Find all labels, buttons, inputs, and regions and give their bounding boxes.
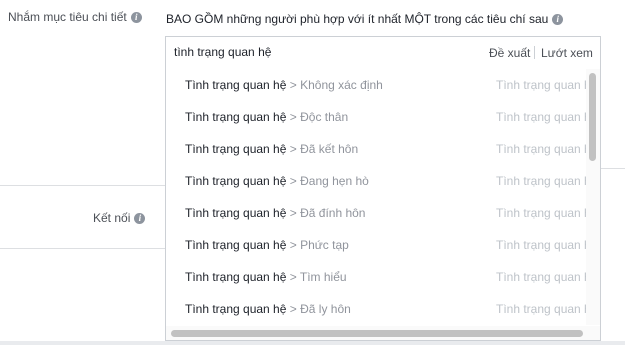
detailed-targeting-label-wrap: Nhắm mục tiêu chi tiết i <box>8 10 142 24</box>
result-main: Tình trạng quan hệ <box>185 78 287 92</box>
result-category: Tình trạng quan hệ <box>496 142 598 156</box>
list-item[interactable]: Tình trạng quan hệ > Đang hẹn hò Tình tr… <box>166 165 600 197</box>
result-category: Tình trạng quan hệ <box>496 174 598 188</box>
info-icon[interactable]: i <box>130 12 142 24</box>
tab-divider <box>534 46 535 59</box>
result-sub: > Tìm hiểu <box>286 270 347 284</box>
result-category: Tình trạng quan hệ <box>496 206 598 220</box>
search-row: Đề xuất Lướt xem <box>166 37 600 68</box>
list-item[interactable]: Tình trạng quan hệ > Tìm hiểu Tình trạng… <box>166 261 600 293</box>
list-item[interactable]: Tình trạng quan hệ > Đã ly hôn Tình trạn… <box>166 293 600 325</box>
result-sub: > Phức tạp <box>286 238 349 252</box>
result-category: Tình trạng quan hệ <box>496 302 598 316</box>
list-item[interactable]: Tình trạng quan hệ > Không xác định Tình… <box>166 69 600 101</box>
section-divider <box>0 248 165 249</box>
result-main: Tình trạng quan hệ <box>185 174 287 188</box>
result-title: Tình trạng quan hệ > Đã ly hôn <box>185 302 351 316</box>
result-main: Tình trạng quan hệ <box>185 142 287 156</box>
result-main: Tình trạng quan hệ <box>185 206 287 220</box>
result-main: Tình trạng quan hệ <box>185 110 287 124</box>
connections-label-wrap: Kết nối i <box>93 211 146 225</box>
result-main: Tình trạng quan hệ <box>185 302 287 316</box>
result-sub: > Độc thân <box>286 110 349 124</box>
vertical-scrollbar-thumb[interactable] <box>589 73 596 161</box>
result-sub: > Không xác định <box>286 78 383 92</box>
result-sub: > Đã đính hôn <box>286 206 366 220</box>
list-item[interactable]: Tình trạng quan hệ > Đã đính hôn Tình tr… <box>166 197 600 229</box>
result-category: Tình trạng quan hệ <box>496 78 598 92</box>
horizontal-scrollbar-thumb[interactable] <box>171 330 583 337</box>
result-main: Tình trạng quan hệ <box>185 238 287 252</box>
result-sub: > Đang hẹn hò <box>286 174 369 188</box>
include-criteria-wrap: BAO GỒM những người phù hợp với ít nhất … <box>166 12 564 26</box>
result-category: Tình trạng quan hệ <box>496 110 598 124</box>
result-title: Tình trạng quan hệ > Đang hẹn hò <box>185 174 369 188</box>
bottom-edge <box>0 341 625 345</box>
browse-tab[interactable]: Lướt xem <box>541 46 593 60</box>
result-main: Tình trạng quan hệ <box>185 270 287 284</box>
list-item[interactable]: Tình trạng quan hệ > Phức tạp Tình trạng… <box>166 229 600 261</box>
list-item[interactable]: Tình trạng quan hệ > Độc thân Tình trạng… <box>166 101 600 133</box>
detailed-targeting-label: Nhắm mục tiêu chi tiết <box>8 10 127 24</box>
targeting-search-dropdown: Đề xuất Lướt xem Tình trạng quan hệ > Kh… <box>165 36 601 341</box>
connections-label: Kết nối <box>93 211 131 225</box>
result-title: Tình trạng quan hệ > Đã kết hôn <box>185 142 358 156</box>
vertical-scrollbar[interactable] <box>586 69 600 325</box>
result-category: Tình trạng quan hệ <box>496 238 598 252</box>
result-title: Tình trạng quan hệ > Phức tạp <box>185 238 349 252</box>
panel-edge <box>601 168 625 169</box>
result-title: Tình trạng quan hệ > Đã đính hôn <box>185 206 365 220</box>
result-sub: > Đã kết hôn <box>286 142 359 156</box>
list-item[interactable]: Tình trạng quan hệ > Đã kết hôn Tình trạ… <box>166 133 600 165</box>
result-title: Tình trạng quan hệ > Không xác định <box>185 78 383 92</box>
targeting-search-input[interactable] <box>174 45 474 59</box>
horizontal-scrollbar[interactable] <box>166 326 600 340</box>
section-divider <box>0 185 165 186</box>
info-icon[interactable]: i <box>552 14 564 26</box>
info-icon[interactable]: i <box>134 213 146 225</box>
result-category: Tình trạng quan hệ <box>496 270 598 284</box>
result-title: Tình trạng quan hệ > Tìm hiểu <box>185 270 347 284</box>
include-criteria-text: BAO GỒM những người phù hợp với ít nhất … <box>166 12 549 26</box>
result-title: Tình trạng quan hệ > Độc thân <box>185 110 348 124</box>
result-sub: > Đã ly hôn <box>286 302 351 316</box>
suggestions-tab[interactable]: Đề xuất <box>489 46 530 60</box>
